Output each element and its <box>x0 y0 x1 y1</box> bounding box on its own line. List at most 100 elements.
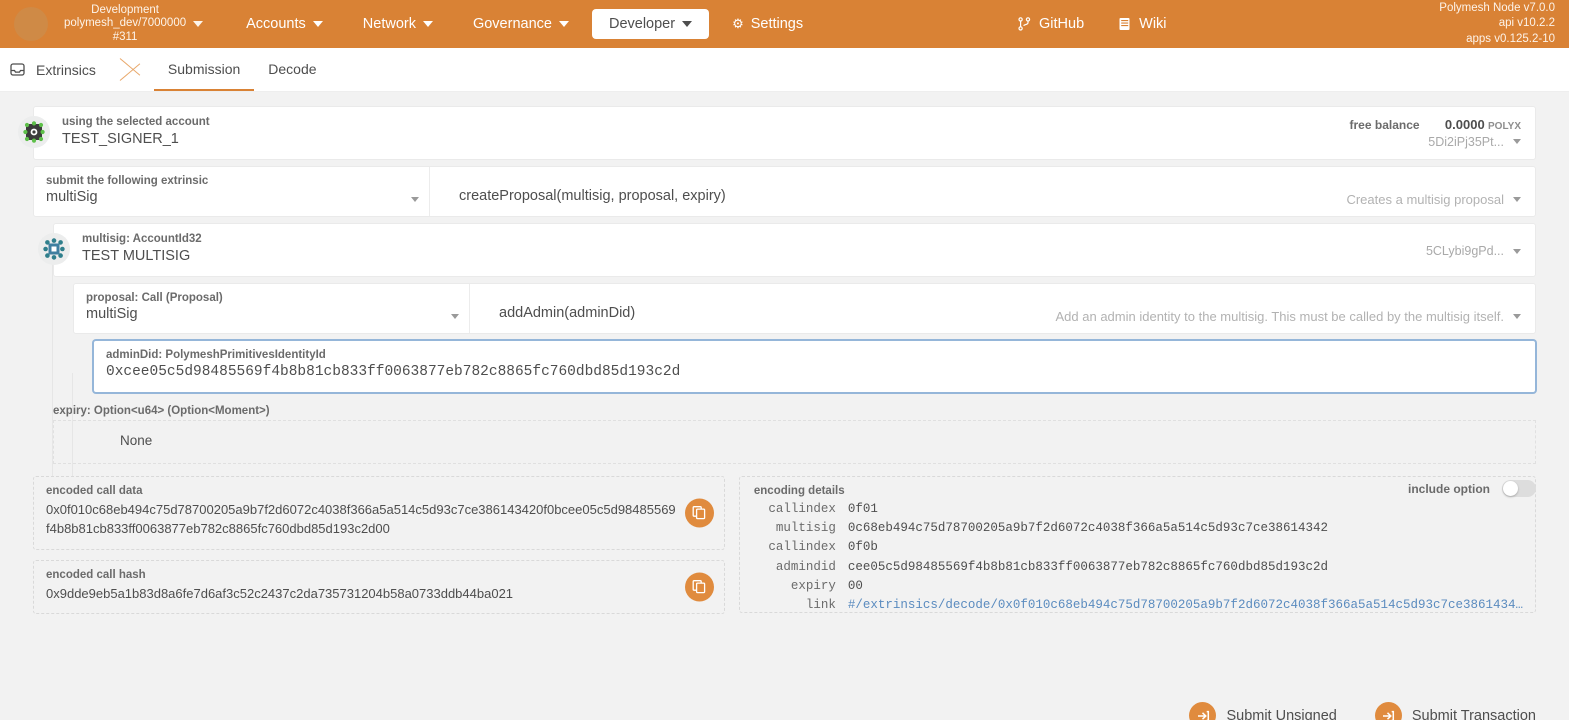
nav-item-label: Developer <box>609 16 675 32</box>
proposal-hint-text: Add an admin identity to the multisig. T… <box>1056 309 1504 324</box>
github-label: GitHub <box>1039 16 1084 32</box>
submit-unsigned-label: Submit Unsigned <box>1226 708 1336 720</box>
encoded-column: encoded call data 0x0f010c68eb494c75d787… <box>33 476 725 625</box>
encoding-section: encoded call data 0x0f010c68eb494c75d787… <box>33 476 1536 625</box>
chevron-down-icon <box>1513 139 1521 144</box>
detail-value: 0c68eb494c75d78700205a9b7f2d6072c4038f36… <box>848 519 1328 538</box>
detail-key: callindex <box>754 500 836 519</box>
multisig-param-card[interactable]: multisig: AccountId32 TEST MULTISIG 5CLy… <box>53 223 1536 277</box>
nav-item-label: Settings <box>751 16 803 32</box>
expiry-value: None <box>120 433 152 448</box>
account-identicon <box>18 116 50 148</box>
multisig-identicon <box>38 233 70 265</box>
detail-key: admindid <box>754 558 836 577</box>
inbox-icon <box>10 62 25 77</box>
detail-value: 0f0b <box>848 538 878 557</box>
encoding-details-column: encoding details callindex 0f01 multisig… <box>739 476 1536 625</box>
extrinsic-hint[interactable]: Creates a multisig proposal <box>1346 192 1521 207</box>
proposal-hint[interactable]: Add an admin identity to the multisig. T… <box>1056 309 1521 324</box>
sign-in-icon <box>1375 702 1402 720</box>
proposal-params: proposal: Call (Proposal) multiSig addAd… <box>73 283 1536 393</box>
include-option-toggle-wrap: include option <box>1408 480 1536 497</box>
account-selector-card[interactable]: using the selected account TEST_SIGNER_1… <box>33 106 1536 160</box>
copy-icon <box>692 580 706 594</box>
account-field-label: using the selected account <box>62 115 210 130</box>
chevron-down-icon <box>682 21 692 27</box>
multisig-address-dropdown[interactable]: 5CLybi9gPd... <box>1426 244 1521 258</box>
tab-label: Submission <box>168 61 240 77</box>
submit-transaction-button[interactable]: Submit Transaction <box>1375 702 1536 720</box>
free-balance-row: free balance 0.0000 POLYX <box>1350 117 1521 132</box>
github-link[interactable]: GitHub <box>1018 16 1084 32</box>
detail-value: 00 <box>848 577 863 596</box>
chevron-down-icon <box>559 21 569 27</box>
account-address-dropdown[interactable]: 5Di2iPj35Pt... <box>1428 135 1521 149</box>
encoded-call-data-value: 0x0f010c68eb494c75d78700205a9b7f2d6072c4… <box>46 500 712 539</box>
decode-link[interactable]: #/extrinsics/decode/0x0f010c68eb494c75d7… <box>848 596 1523 615</box>
book-icon <box>1118 17 1131 31</box>
tab-label: Decode <box>268 61 316 77</box>
free-balance-unit: POLYX <box>1488 121 1521 132</box>
proposal-module-select[interactable]: proposal: Call (Proposal) multiSig <box>74 284 469 334</box>
breadcrumb-label: Extrinsics <box>36 62 96 78</box>
extrinsic-params: multisig: AccountId32 TEST MULTISIG 5CLy… <box>53 223 1536 393</box>
api-version: api v10.2.2 <box>1439 16 1555 32</box>
detail-key: callindex <box>754 538 836 557</box>
nav-item-label: Accounts <box>246 16 306 32</box>
copy-call-data-button[interactable] <box>685 498 714 527</box>
page-tab-bar: Extrinsics Submission Decode <box>0 48 1569 92</box>
tab-submission[interactable]: Submission <box>154 48 254 91</box>
submit-actions: Submit Unsigned Submit Transaction <box>1151 702 1536 720</box>
chevron-down-icon <box>451 314 459 319</box>
nav-item-label: Governance <box>473 16 552 32</box>
encoded-call-hash-value: 0x9dde9eb5a1b83d8a6fe7d6af3c52c2437c2da7… <box>46 584 712 604</box>
version-info: Polymesh Node v7.0.0 api v10.2.2 apps v0… <box>1439 1 1555 48</box>
wiki-link[interactable]: Wiki <box>1118 16 1166 32</box>
detail-row-link: link #/extrinsics/decode/0x0f010c68eb494… <box>754 596 1523 615</box>
chain-environment: Development <box>64 4 186 17</box>
free-balance-amount: 0.0000 <box>1445 117 1485 132</box>
main-nav: Accounts Network Governance Developer ⚙ … <box>229 9 826 39</box>
breadcrumb: Extrinsics <box>0 48 114 91</box>
top-navigation-bar: Development polymesh_dev/7000000 #311 Ac… <box>0 0 1569 48</box>
extrinsic-module-value: multiSig <box>46 188 417 208</box>
extrinsic-method-value: createProposal(multisig, proposal, expir… <box>459 187 726 207</box>
extrinsic-module-select[interactable]: submit the following extrinsic multiSig <box>34 167 429 217</box>
detail-key: link <box>754 596 836 615</box>
proposal-selector-card: proposal: Call (Proposal) multiSig addAd… <box>73 283 1536 335</box>
nav-item-developer[interactable]: Developer <box>592 9 709 39</box>
nav-item-network[interactable]: Network <box>346 9 450 39</box>
free-balance-label: free balance <box>1350 118 1420 132</box>
detail-row: admindid cee05c5d98485569f4b8b81cb833ff0… <box>754 558 1523 577</box>
nav-item-settings[interactable]: ⚙ Settings <box>715 9 820 39</box>
proposal-field-label: proposal: Call (Proposal) <box>86 291 457 306</box>
node-version: Polymesh Node v7.0.0 <box>1439 1 1555 17</box>
proposal-method-value: addAdmin(adminDid) <box>499 304 635 324</box>
copy-call-hash-button[interactable] <box>685 572 714 601</box>
submit-unsigned-button[interactable]: Submit Unsigned <box>1189 702 1336 720</box>
chain-selector[interactable]: Development polymesh_dev/7000000 #311 <box>64 4 203 44</box>
nav-item-accounts[interactable]: Accounts <box>229 9 340 39</box>
chevron-down-icon <box>1513 314 1521 319</box>
tab-decode[interactable]: Decode <box>254 48 330 91</box>
admin-did-field[interactable]: adminDid: PolymeshPrimitivesIdentityId 0… <box>93 340 1536 393</box>
encoded-call-hash-title: encoded call hash <box>46 569 712 581</box>
chain-node: polymesh_dev/7000000 <box>64 17 186 30</box>
extrinsic-hint-text: Creates a multisig proposal <box>1346 192 1504 207</box>
detail-row: callindex 0f01 <box>754 500 1523 519</box>
include-option-toggle[interactable] <box>1502 480 1536 497</box>
expiry-section: expiry: Option<u64> (Option<Moment>) Non… <box>33 399 1536 464</box>
detail-row: expiry 00 <box>754 577 1523 596</box>
tab-list: Submission Decode <box>154 48 331 91</box>
apps-version: apps v0.125.2-10 <box>1439 32 1555 48</box>
multisig-address: 5CLybi9gPd... <box>1426 244 1504 258</box>
chevron-down-icon <box>1513 249 1521 254</box>
account-balance-meta: free balance 0.0000 POLYX 5Di2iPj35Pt... <box>1350 107 1521 159</box>
multisig-address-meta: 5CLybi9gPd... <box>1426 224 1521 276</box>
app-logo <box>14 7 48 41</box>
sign-in-icon <box>1189 702 1216 720</box>
admin-did-label: adminDid: PolymeshPrimitivesIdentityId <box>106 348 1523 363</box>
detail-value: 0f01 <box>848 500 878 519</box>
chevron-down-icon <box>193 21 203 27</box>
nav-item-governance[interactable]: Governance <box>456 9 586 39</box>
